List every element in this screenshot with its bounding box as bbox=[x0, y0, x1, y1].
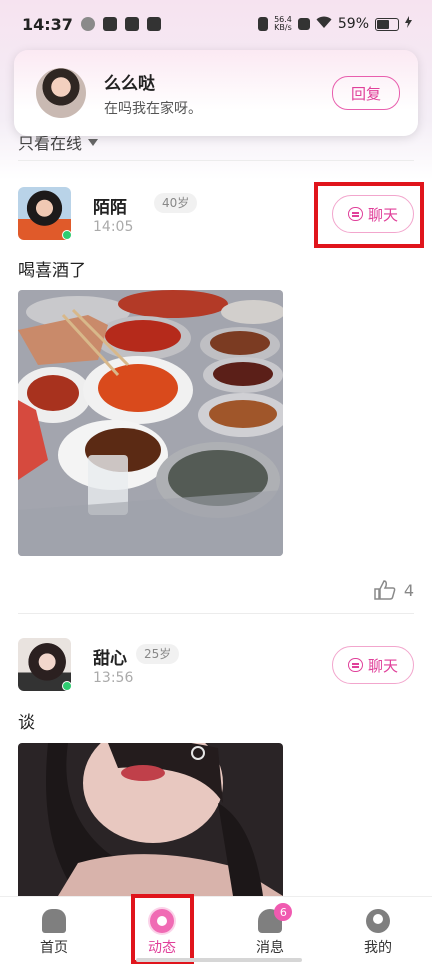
tab-profile[interactable]: 我的 bbox=[324, 897, 432, 965]
tab-home[interactable]: 首页 bbox=[0, 897, 108, 965]
wifi-icon bbox=[316, 16, 332, 33]
post-photo[interactable] bbox=[18, 290, 283, 556]
battery-percent: 59% bbox=[337, 16, 369, 32]
tab-messages[interactable]: 6 消息 bbox=[216, 897, 324, 965]
unread-badge: 6 bbox=[274, 903, 293, 921]
tab-label: 消息 bbox=[256, 940, 284, 956]
highlight-tab-box bbox=[131, 894, 194, 964]
divider bbox=[18, 160, 414, 161]
reply-button[interactable]: 回复 bbox=[332, 76, 400, 110]
chat-label: 聊天 bbox=[367, 656, 398, 675]
tab-label: 我的 bbox=[364, 940, 392, 956]
battery-icon bbox=[375, 17, 399, 31]
home-icon bbox=[42, 909, 66, 933]
network-speed: 56.4 KB/s bbox=[274, 15, 292, 32]
like-control[interactable]: 4 bbox=[374, 580, 414, 600]
age-badge: 40岁 bbox=[154, 193, 198, 213]
divider bbox=[18, 613, 414, 614]
thumbs-up-icon bbox=[374, 580, 396, 600]
message-notification-card[interactable]: 么么哒 在吗我在家呀。 回复 bbox=[14, 50, 418, 136]
post-time: 14:05 bbox=[93, 219, 134, 235]
vibrate-icon bbox=[258, 17, 269, 31]
highlight-chat-box bbox=[314, 182, 424, 248]
tab-label: 首页 bbox=[40, 940, 68, 956]
bottom-tab-bar: 首页 动态 6 消息 我的 bbox=[0, 896, 432, 965]
chat-button[interactable]: 聊天 bbox=[332, 646, 414, 684]
post-text: 喝喜酒了 bbox=[18, 261, 86, 281]
tiktok-icon bbox=[124, 17, 139, 31]
online-status-dot bbox=[62, 230, 72, 240]
like-count: 4 bbox=[403, 580, 414, 600]
sender-avatar bbox=[36, 68, 86, 118]
app-notification-icon bbox=[146, 17, 161, 31]
user-name[interactable]: 陌陌 bbox=[93, 193, 127, 218]
online-status-dot bbox=[62, 681, 72, 691]
user-name[interactable]: 甜心 bbox=[93, 644, 127, 669]
message-notification-icon bbox=[102, 17, 117, 31]
status-bar: 14:37 56.4 KB/s 59% bbox=[0, 0, 432, 48]
status-time: 14:37 bbox=[22, 14, 73, 34]
age-badge: 25岁 bbox=[136, 644, 180, 664]
post-time: 13:56 bbox=[93, 670, 134, 686]
post-text: 谈 bbox=[18, 713, 35, 733]
post-photo[interactable] bbox=[18, 743, 283, 896]
dropdown-arrow-icon bbox=[88, 138, 99, 146]
charging-icon bbox=[405, 16, 412, 32]
sender-name: 么么哒 bbox=[104, 73, 155, 94]
notification-message: 在吗我在家呀。 bbox=[104, 100, 202, 117]
sim-icon bbox=[297, 18, 310, 30]
profile-icon bbox=[366, 909, 390, 933]
post-header: 甜心 25岁 13:56 聊天 bbox=[18, 638, 414, 694]
profile-notification-icon bbox=[80, 17, 95, 31]
chat-icon bbox=[347, 658, 363, 672]
home-indicator bbox=[136, 958, 302, 962]
